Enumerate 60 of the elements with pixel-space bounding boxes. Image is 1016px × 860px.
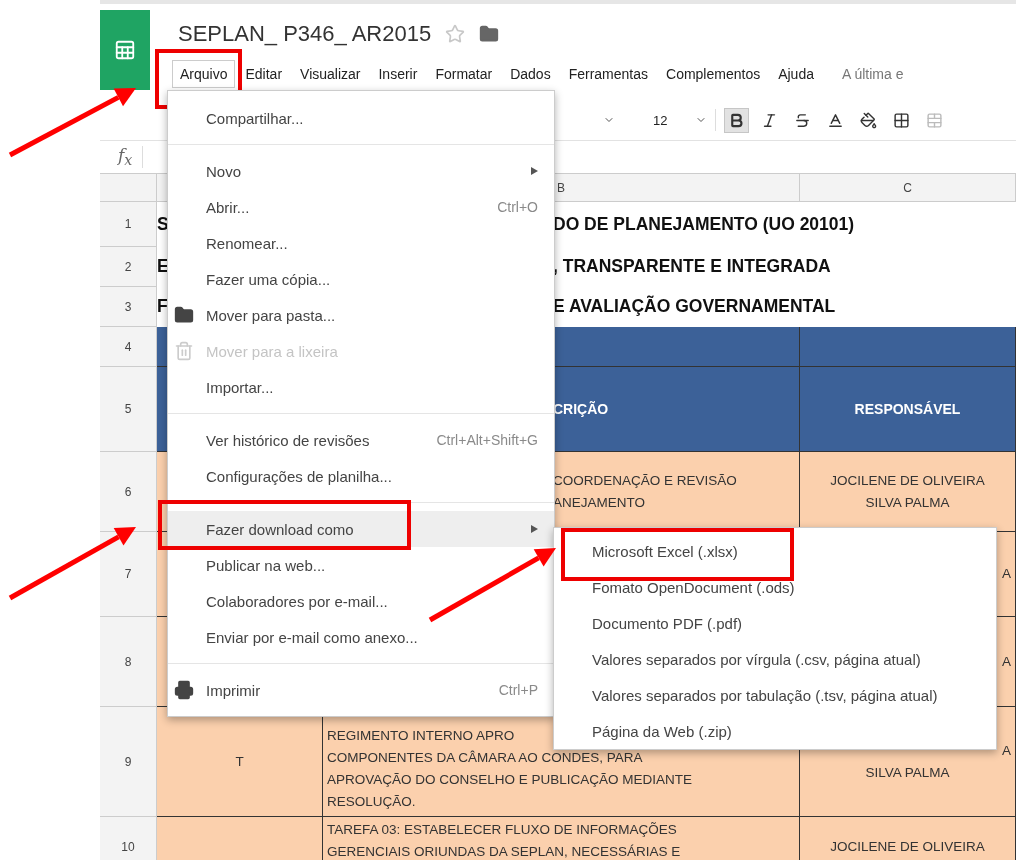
table-cell: JOCILENE DE OLIVEIRA: [800, 817, 1016, 860]
menu-item[interactable]: Fomato OpenDocument (.ods): [554, 569, 996, 605]
menu-item[interactable]: Enviar por e-mail como anexo...: [168, 619, 554, 655]
star-icon[interactable]: [445, 24, 466, 44]
menu-bar-item[interactable]: Ferramentas: [560, 60, 656, 88]
table-cell: JOCILENE DE OLIVEIRA SILVA PALMA: [800, 452, 1016, 532]
menu-bar-item[interactable]: Visualizar: [292, 60, 369, 88]
row-number[interactable]: 9: [100, 707, 157, 817]
row-number[interactable]: 8: [100, 617, 157, 707]
bold-button[interactable]: [724, 107, 749, 133]
menu-bar-item[interactable]: Arquivo: [172, 60, 236, 88]
menu-item[interactable]: Colaboradores por e-mail...: [168, 583, 554, 619]
shortcut-text: Ctrl+P: [498, 682, 538, 698]
folder-icon: [174, 305, 194, 325]
merge-cells-icon: [926, 111, 943, 129]
table-cell: F: [157, 296, 168, 317]
menu-bar-item[interactable]: Complementos: [658, 60, 769, 88]
shortcut-text: Ctrl+Alt+Shift+G: [436, 432, 538, 448]
folder-icon[interactable]: [479, 24, 500, 44]
row-number[interactable]: 4: [100, 327, 157, 367]
table-cell: TAREFA 03: ESTABELECER FLUXO DE INFORMAÇÕES GERENCIAIS ORIUNDAS DA SEPLAN, NECESSÁRIAS E: [323, 817, 800, 860]
row-number[interactable]: 2: [100, 247, 157, 287]
menu-item[interactable]: Publicar na web...: [168, 547, 554, 583]
text-color-icon: [827, 111, 844, 129]
menu-item[interactable]: Imprimir Ctrl+P: [168, 672, 554, 708]
paint-bucket-icon: [860, 111, 877, 129]
printer-icon: [174, 680, 194, 700]
submenu-arrow-icon: [531, 525, 538, 533]
menu-bar-item[interactable]: Dados: [502, 60, 559, 88]
trash-icon: [174, 341, 194, 361]
shortcut-text: Ctrl+O: [497, 199, 538, 215]
formula-label: f$_{x}$: [118, 145, 133, 169]
row-number[interactable]: 5: [100, 367, 157, 452]
menu-bar-item[interactable]: Ajuda: [770, 60, 822, 88]
last-edit-notice[interactable]: A última e: [842, 66, 904, 82]
table-cell: RESPONSÁVEL: [800, 367, 1016, 452]
borders-icon: [893, 111, 910, 129]
column-header[interactable]: C: [800, 174, 1016, 202]
italic-icon: [761, 111, 778, 129]
menu-item[interactable]: Compartilhar...: [168, 100, 554, 136]
strikethrough-icon: [794, 111, 811, 129]
row-number[interactable]: 10: [100, 817, 157, 860]
menu-item[interactable]: Microsoft Excel (.xlsx): [554, 533, 996, 569]
submenu-arrow-icon: [531, 167, 538, 175]
font-size-field[interactable]: 12: [653, 112, 687, 128]
menu-item[interactable]: Mover para pasta...: [168, 297, 554, 333]
table-cell: T: [157, 707, 323, 817]
row-number[interactable]: 1: [100, 202, 157, 247]
sheets-logo-icon[interactable]: [100, 10, 150, 90]
document-title[interactable]: SEPLAN_ P346_ AR2015: [178, 21, 432, 47]
row-number[interactable]: 3: [100, 287, 157, 327]
menu-bar-item[interactable]: Editar: [237, 60, 291, 88]
menu-item[interactable]: Fazer uma cópia...: [168, 261, 554, 297]
bold-icon: [728, 111, 745, 129]
menu-bar-item[interactable]: Inserir: [370, 60, 426, 88]
row-number[interactable]: 6: [100, 452, 157, 532]
menu-item[interactable]: Renomear...: [168, 225, 554, 261]
menu-item[interactable]: Fazer download como: [168, 511, 554, 547]
menu-bar-item[interactable]: Formatar: [427, 60, 501, 88]
row-number[interactable]: 7: [100, 532, 157, 617]
